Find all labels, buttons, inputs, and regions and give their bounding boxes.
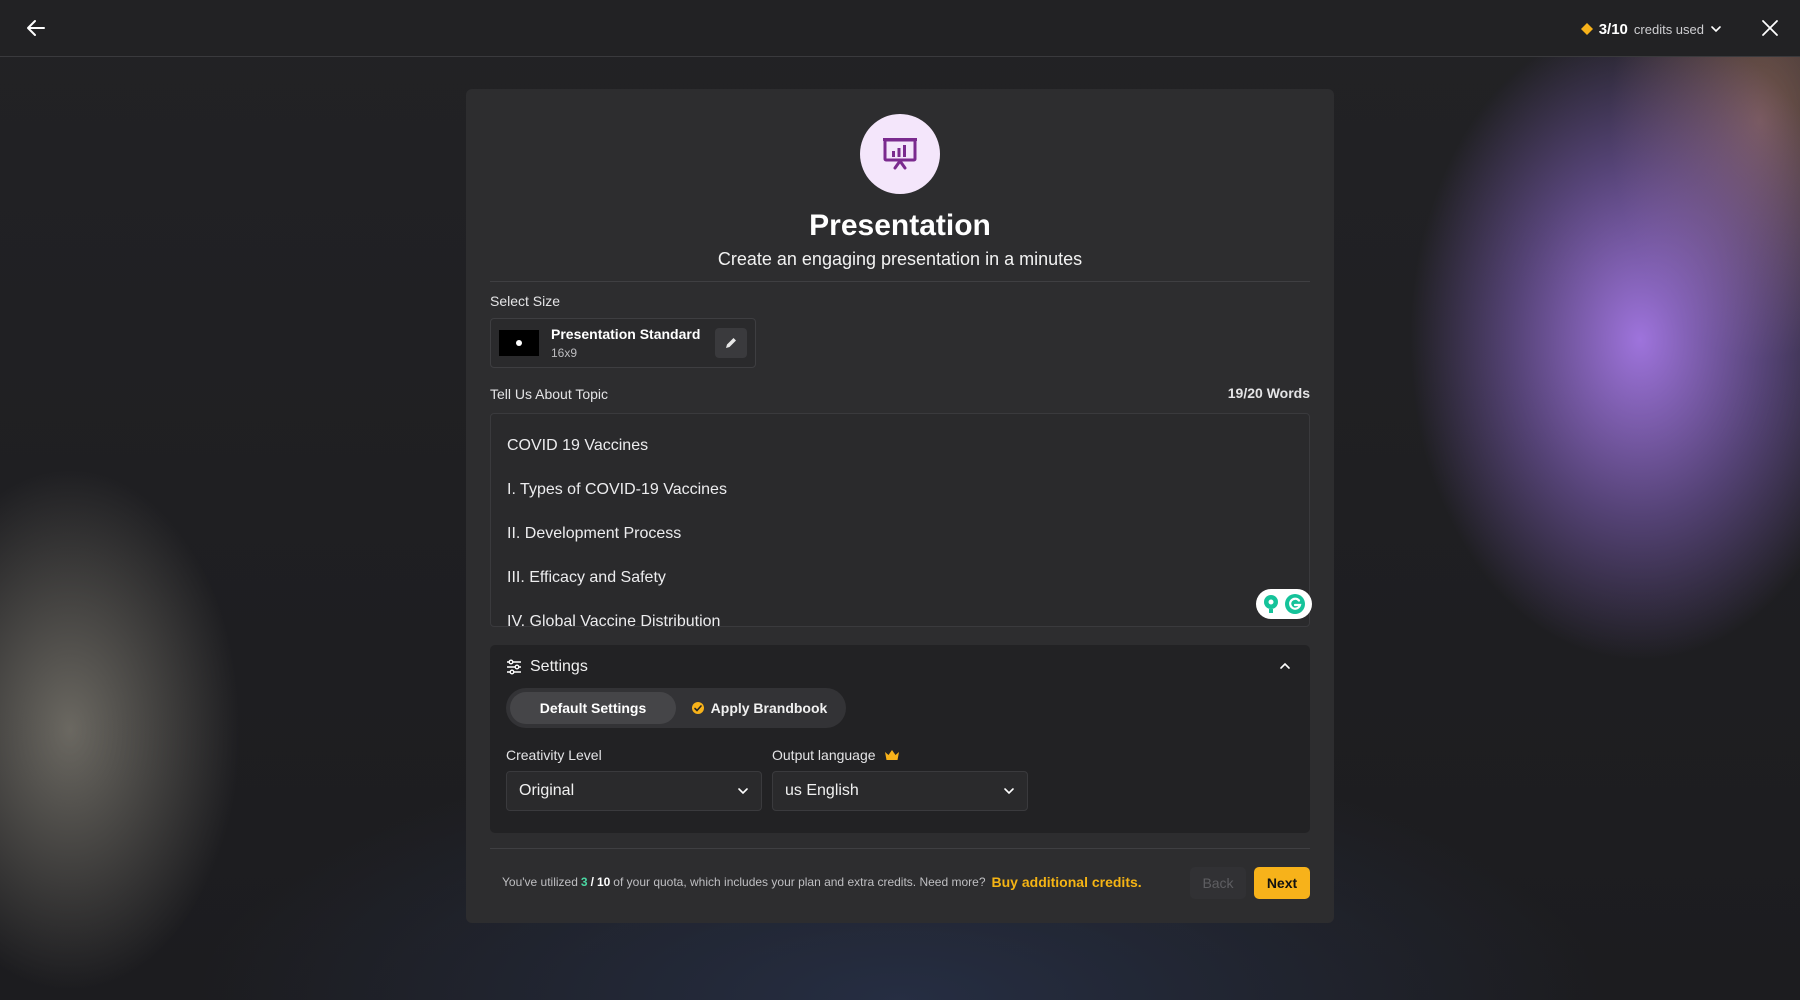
chevron-down-icon (738, 788, 748, 795)
size-selector[interactable]: Presentation Standard 16x9 (490, 318, 756, 368)
settings-title: Settings (530, 658, 588, 675)
topic-line: III. Efficacy and Safety (507, 569, 666, 586)
topic-line: COVID 19 Vaccines (507, 437, 649, 454)
topic-line: II. Development Process (507, 525, 682, 542)
output-language-label: Output language (772, 747, 900, 763)
chevron-down-icon (1004, 788, 1014, 795)
topic-label: Tell Us About Topic (490, 386, 609, 402)
select-size-label: Select Size (490, 293, 561, 309)
divider (490, 281, 1310, 282)
edit-size-button[interactable] (715, 328, 747, 358)
word-count: 19/20 Words (1227, 385, 1310, 401)
settings-panel: Settings Default Settings Apply Brandboo… (490, 645, 1310, 833)
back-arrow-icon[interactable] (24, 16, 48, 40)
tab-default-settings[interactable]: Default Settings (510, 692, 676, 724)
creativity-level-select[interactable]: Original (506, 771, 762, 811)
topic-line: IV. Global Vaccine Distribution (507, 613, 721, 630)
brandbook-icon (691, 702, 704, 714)
crown-icon (884, 750, 899, 760)
back-button[interactable]: Back (1190, 867, 1246, 899)
creativity-level-value: Original (519, 782, 575, 799)
chevron-down-icon (1711, 26, 1721, 33)
top-bar: 3/10 credits used (0, 0, 1800, 57)
credits-dropdown[interactable]: 3/10 credits used (1580, 18, 1722, 40)
grammarly-icon[interactable] (1256, 589, 1312, 619)
quota-note: You've utilized 3 / 10 of your quota, wh… (502, 874, 1142, 890)
divider (490, 848, 1310, 849)
tab-apply-brandbook[interactable]: Apply Brandbook (676, 692, 842, 724)
output-language-value: us English (785, 782, 859, 799)
page-title: Presentation (809, 209, 991, 242)
settings-mode-toggle: Default Settings Apply Brandbook (506, 688, 846, 728)
quota-used: 3 (580, 875, 588, 889)
credits-label: credits used (1633, 21, 1704, 37)
creativity-level-label: Creativity Level (506, 747, 602, 763)
chevron-up-icon[interactable] (1278, 659, 1292, 673)
settings-toggle[interactable]: Settings (506, 655, 588, 679)
output-language-select[interactable]: us English (772, 771, 1028, 811)
pencil-icon (726, 338, 736, 348)
quota-total: 10 (596, 875, 611, 889)
buy-credits-link[interactable]: Buy additional credits. (992, 874, 1142, 890)
close-icon[interactable] (1760, 18, 1780, 38)
size-name: Presentation Standard (551, 326, 701, 342)
size-thumbnail (499, 330, 539, 356)
brandbook-label: Apply Brandbook (710, 700, 828, 716)
sliders-icon (507, 659, 521, 675)
presentation-card: Presentation Create an engaging presenta… (466, 89, 1334, 923)
next-button[interactable]: Next (1254, 867, 1310, 899)
size-ratio: 16x9 (551, 346, 578, 360)
diamond-icon (1580, 23, 1593, 35)
topic-line: I. Types of COVID-19 Vaccines (507, 481, 727, 498)
credits-count: 3/10 (1598, 20, 1628, 38)
page-subtitle: Create an engaging presentation in a min… (717, 249, 1083, 269)
topic-textarea[interactable]: COVID 19 Vaccines I. Types of COVID-19 V… (490, 413, 1312, 630)
presentation-icon (860, 114, 940, 194)
